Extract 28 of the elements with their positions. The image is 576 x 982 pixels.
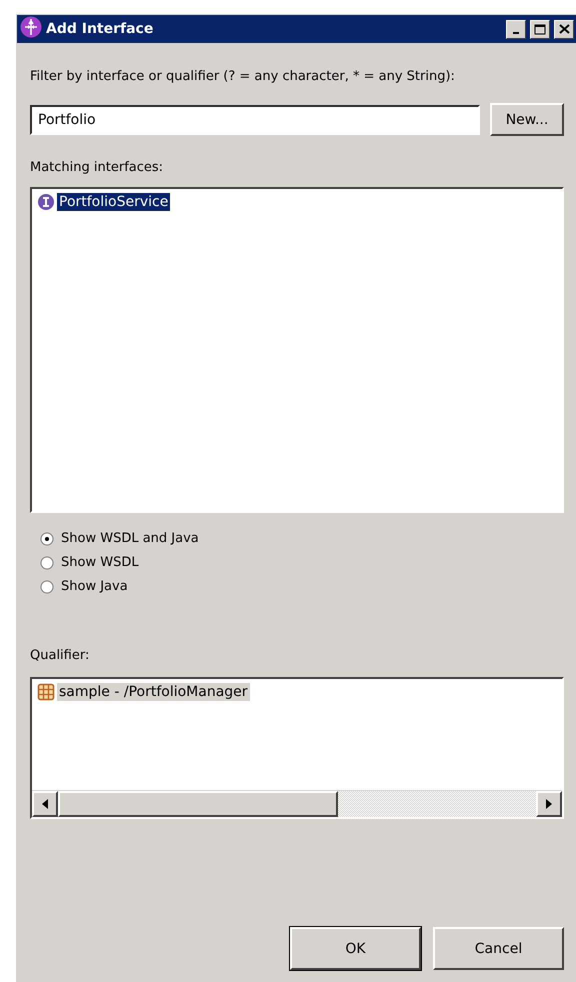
scroll-right-icon[interactable] [546, 799, 552, 809]
maximize-button[interactable] [530, 20, 550, 38]
horizontal-scrollbar[interactable] [32, 790, 562, 817]
minimize-icon [513, 32, 519, 34]
qualifier-label: Qualifier: [30, 648, 90, 663]
close-icon [558, 24, 570, 34]
radio-button[interactable] [40, 580, 54, 594]
package-icon [37, 683, 55, 701]
maximize-icon [534, 24, 546, 34]
cancel-button[interactable]: Cancel [433, 927, 564, 970]
list-item[interactable]: sample - /PortfolioManager [57, 683, 250, 701]
filter-label: Filter by interface or qualifier (? = any character, * = any String): [30, 69, 456, 84]
radio-button[interactable] [40, 556, 54, 570]
ok-button[interactable]: OK [290, 927, 421, 970]
matching-label: Matching interfaces: [30, 160, 164, 175]
scroll-left-icon[interactable] [42, 799, 48, 809]
new-button[interactable]: New... [490, 103, 564, 136]
minimize-button[interactable] [506, 20, 526, 38]
filter-field[interactable]: Portfolio [30, 104, 480, 134]
window-title: Add Interface [46, 21, 154, 37]
radio-label[interactable]: Show Java [61, 579, 128, 594]
app-logo-icon [20, 16, 42, 38]
radio-label[interactable]: Show WSDL and Java [61, 531, 199, 546]
radio-label[interactable]: Show WSDL [61, 555, 139, 570]
interface-icon [37, 193, 55, 211]
close-button[interactable] [554, 20, 574, 38]
list-item[interactable]: PortfolioService [57, 193, 170, 211]
radio-button[interactable] [40, 532, 54, 546]
